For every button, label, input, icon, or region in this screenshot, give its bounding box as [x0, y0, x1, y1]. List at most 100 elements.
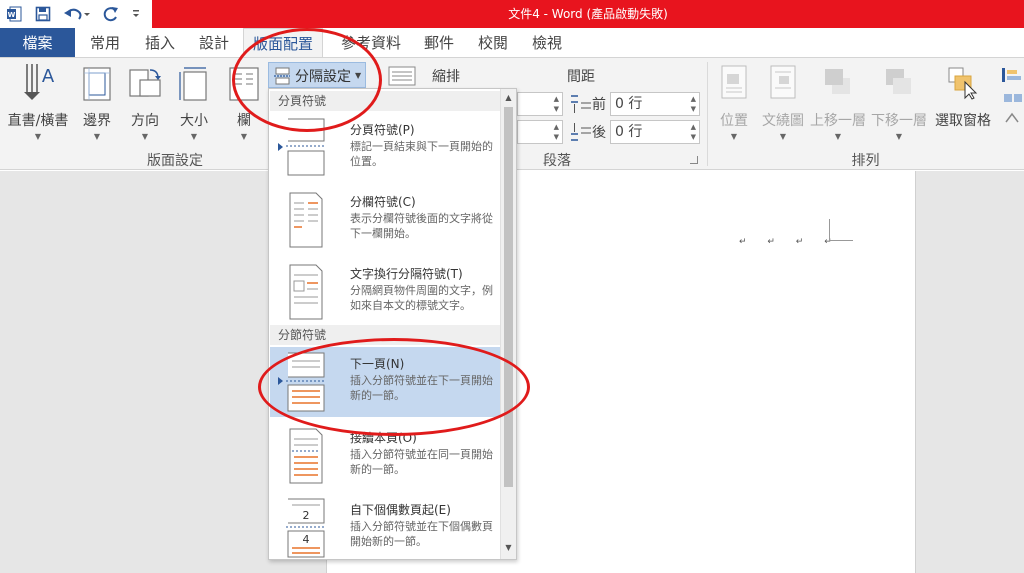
wrap-text-label: 文繞圖 [762, 113, 804, 129]
size-button[interactable]: 大小 ▼ [172, 62, 216, 150]
paragraph-dialog-launcher-icon[interactable] [690, 156, 698, 164]
spacing-label: 間距 [567, 69, 595, 85]
continuous-item[interactable]: 接續本頁(O) 插入分節符號並在同一頁開始新的一節。 [270, 421, 500, 491]
wrap-text-icon [770, 65, 796, 99]
text-wrapping-break-item[interactable]: 文字換行分隔符號(T) 分隔網頁物件周圍的文字，例如來自本文的標號文字。 [270, 257, 500, 327]
customize-icon[interactable] [126, 0, 146, 28]
position-button[interactable]: 位置 ▼ [712, 62, 756, 150]
breaks-label: 分隔設定 [295, 69, 351, 85]
svg-text:W: W [8, 11, 16, 19]
margins-button[interactable]: 邊界 ▼ [76, 62, 118, 150]
wrap-text-button[interactable]: 文繞圖 ▼ [758, 62, 808, 150]
tab-design[interactable]: 設計 [190, 28, 238, 58]
text-direction-label: 直書/橫書 [7, 113, 69, 129]
bring-forward-label: 上移一層 [810, 113, 866, 129]
group-label-paragraph: 段落 [543, 153, 571, 169]
chevron-down-icon: ▼ [240, 132, 248, 141]
tab-references[interactable]: 參考資料 [331, 28, 411, 58]
column-break-item[interactable]: 分欄符號(C) 表示分欄符號後面的文字將從下一欄開始。 [270, 185, 500, 255]
next-page-item[interactable]: 下一頁(N) 插入分節符號並在下一頁開始新的一節。 [270, 347, 500, 417]
spinner-arrows-icon[interactable]: ▲ ▼ [691, 94, 696, 114]
send-backward-label: 下移一層 [871, 113, 927, 129]
indent-right-input[interactable]: ▲ ▼ [517, 120, 563, 144]
selection-pane-label: 選取窗格 [935, 113, 991, 129]
even-page-description: 插入分節符號並在下個偶數頁開始新的一節。 [350, 520, 493, 548]
indent-label: 縮排 [432, 69, 460, 85]
indent-left-input[interactable]: ▲ ▼ [517, 92, 563, 116]
chevron-down-icon: ▼ [834, 132, 842, 141]
selection-pane-button[interactable]: 選取窗格 [932, 62, 994, 150]
text-direction-icon: A [24, 64, 55, 100]
next-page-description: 插入分節符號並在下一頁開始新的一節。 [350, 374, 493, 402]
word-logo-icon[interactable]: W [0, 0, 28, 28]
group-label-arrange: 排列 [851, 153, 880, 169]
dropdown-scrollbar[interactable]: ▲ ▼ [500, 89, 516, 559]
spinner-arrows-icon[interactable]: ▲ ▼ [691, 122, 696, 142]
page-break-item[interactable]: 分頁符號(P) 標記一頁結束與下一頁開始的位置。 [270, 113, 500, 183]
tab-file[interactable]: 檔案 [0, 28, 75, 58]
continuous-title: 接續本頁(O) [350, 431, 417, 445]
tab-layout[interactable]: 版面配置 [243, 28, 323, 58]
orientation-icon [129, 69, 161, 97]
breaks-button[interactable]: 分隔設定 ▼ [268, 62, 366, 88]
paragraph-marks: ↵ ↵ ↵ ↵ [739, 237, 841, 247]
quick-access-toolbar: W [0, 0, 152, 28]
spacing-before-input[interactable]: 0 行 ▲ ▼ [610, 92, 700, 116]
page-number-2: 2 [303, 509, 310, 522]
tab-review[interactable]: 校閱 [470, 28, 516, 58]
send-backward-button[interactable]: 下移一層 ▼ [868, 62, 930, 150]
even-page-title: 自下個偶數頁起(E) [350, 503, 451, 517]
undo-icon[interactable] [58, 0, 96, 28]
position-label: 位置 [720, 113, 748, 129]
text-direction-button[interactable]: A 直書/橫書 ▼ [2, 62, 74, 150]
spacing-after-input[interactable]: 0 行 ▲ ▼ [610, 120, 700, 144]
page-break-icon [286, 118, 326, 176]
column-break-icon [289, 192, 323, 248]
scroll-up-icon[interactable]: ▲ [501, 91, 516, 105]
chevron-down-icon: ▼ [190, 132, 198, 141]
columns-button[interactable]: 欄 ▼ [222, 62, 266, 150]
size-icon [179, 67, 207, 101]
spacing-after-label: 後 [592, 125, 606, 141]
margins-icon [83, 67, 111, 101]
spacing-after-value: 0 行 [615, 124, 643, 140]
bring-forward-button[interactable]: 上移一層 ▼ [808, 62, 868, 150]
even-page-icon: 2 4 [286, 498, 326, 558]
page-number-4: 4 [303, 533, 310, 546]
scroll-down-icon[interactable]: ▼ [501, 541, 516, 555]
tab-home[interactable]: 常用 [80, 28, 130, 58]
continuous-description: 插入分節符號並在同一頁開始新的一節。 [350, 448, 493, 476]
chevron-down-icon: ▼ [93, 132, 101, 141]
spinner-arrows-icon[interactable]: ▲ ▼ [554, 94, 559, 114]
even-page-item[interactable]: 2 4 自下個偶數頁起(E) 插入分節符號並在下個偶數頁開始新的一節。 [270, 493, 500, 559]
word-window: W 文件4 - Word (產品啟動失敗) 檔案 常用 插入 設計 版面配置 參… [0, 0, 1024, 573]
chevron-down-icon: ▼ [141, 132, 149, 141]
tab-mailings[interactable]: 郵件 [416, 28, 462, 58]
text-wrapping-break-icon [289, 264, 323, 320]
title-bar: W 文件4 - Word (產品啟動失敗) [0, 0, 1024, 28]
breaks-dropdown: 分頁符號 分頁符號(P) 標記一頁結束與下一頁開始的位置。 分欄符號(C) 表示… [268, 88, 517, 560]
tab-insert[interactable]: 插入 [136, 28, 184, 58]
margin-corner-marker [829, 219, 853, 241]
chevron-down-icon: ▼ [779, 132, 787, 141]
align-group-partial [1000, 64, 1024, 134]
tab-view[interactable]: 檢視 [524, 28, 570, 58]
orientation-label: 方向 [131, 113, 159, 129]
columns-label: 欄 [237, 113, 251, 129]
line-numbers-icon [388, 66, 416, 86]
spinner-arrows-icon[interactable]: ▲ ▼ [554, 122, 559, 142]
scroll-thumb[interactable] [504, 107, 513, 487]
section-header-page-breaks: 分頁符號 [270, 91, 500, 111]
window-title: 文件4 - Word (產品啟動失敗) [508, 7, 668, 21]
save-icon[interactable] [28, 0, 58, 28]
next-page-icon [286, 352, 326, 412]
text-wrapping-break-title: 文字換行分隔符號(T) [350, 267, 463, 281]
margins-label: 邊界 [83, 113, 111, 129]
chevron-down-icon: ▼ [895, 132, 903, 141]
page-break-title: 分頁符號(P) [350, 123, 415, 137]
redo-icon[interactable] [96, 0, 126, 28]
bring-forward-icon [825, 69, 850, 94]
orientation-button[interactable]: 方向 ▼ [124, 62, 166, 150]
ribbon-tabs: 檔案 常用 插入 設計 版面配置 參考資料 郵件 校閱 檢視 [0, 28, 1024, 58]
columns-icon [229, 67, 259, 101]
